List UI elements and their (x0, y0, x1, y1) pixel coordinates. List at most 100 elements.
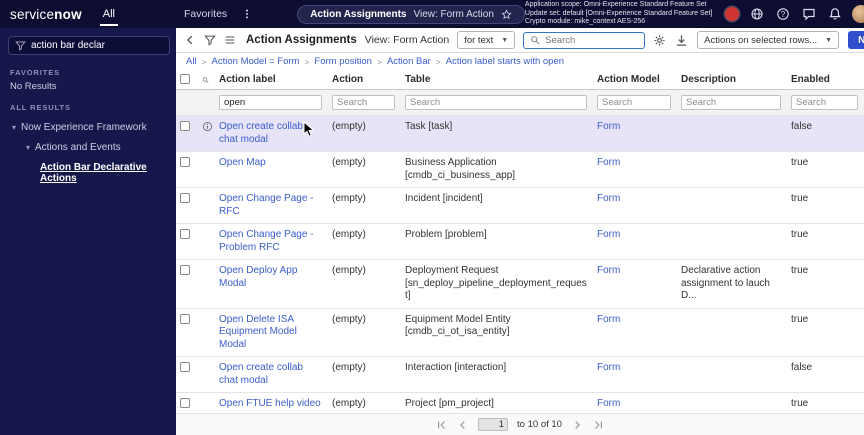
cell-action: (empty) (328, 187, 401, 224)
column-header-action[interactable]: Action (328, 70, 401, 90)
all-results-section-label: ALL RESULTS (10, 103, 71, 112)
select-all-checkbox[interactable] (180, 74, 190, 85)
nav-item-action-bar-declarative-actions[interactable]: Action Bar Declarative Actions (0, 157, 176, 188)
breadcrumb-link[interactable]: Action Bar (387, 56, 431, 67)
cell-action: (empty) (328, 115, 401, 152)
action-model-link[interactable]: Form (597, 193, 620, 204)
checkbox-cell (176, 308, 198, 357)
kebab-menu-icon[interactable] (241, 8, 253, 20)
record-link[interactable]: Open Deploy App Modal (219, 265, 297, 289)
cell-description (677, 392, 787, 413)
action-model-link[interactable]: Form (597, 265, 620, 276)
list-pagination-footer: to 10 of 10 (176, 413, 864, 435)
record-link[interactable]: Open Map (219, 157, 266, 168)
context-pill[interactable]: Action Assignments View: Form Action (297, 4, 525, 24)
action-model-link[interactable]: Form (597, 362, 620, 373)
action-model-link[interactable]: Form (597, 229, 620, 240)
breadcrumb-link[interactable]: Action Model = Form (212, 56, 300, 67)
table-row[interactable]: Open create collab chat modal (empty) In… (176, 356, 864, 393)
info-cell (198, 223, 215, 260)
column-header-action-model[interactable]: Action Model (593, 70, 677, 90)
actions-on-rows-select[interactable]: Actions on selected rows... ▼ (697, 31, 840, 49)
breadcrumb-link[interactable]: All (186, 56, 197, 67)
table-row[interactable]: Open Change Page - RFC (empty) Incident … (176, 187, 864, 224)
table-row[interactable]: Open create collab chat modal (empty) Ta… (176, 115, 864, 152)
breadcrumb-link[interactable]: Action label starts with open (446, 56, 564, 67)
table-row[interactable]: Open Delete ISA Equipment Model Modal (e… (176, 308, 864, 357)
column-search-icon[interactable] (202, 75, 209, 85)
user-avatar[interactable] (852, 5, 864, 23)
list-filter-funnel-icon[interactable] (204, 34, 216, 46)
table-row[interactable]: Open Deploy App Modal (empty) Deployment… (176, 259, 864, 309)
record-preview-info-icon[interactable] (202, 121, 213, 132)
filter-input-action[interactable] (332, 95, 395, 110)
column-header-table[interactable]: Table (401, 70, 593, 90)
record-link[interactable]: Open Delete ISA Equipment Model Modal (219, 314, 297, 350)
pagination-first-icon[interactable] (436, 419, 448, 431)
row-checkbox[interactable] (180, 229, 190, 240)
action-model-link[interactable]: Form (597, 121, 620, 132)
logo-text-now: now (54, 6, 82, 22)
application-scope-info: Application scope: Omni-Experience Stand… (525, 1, 713, 27)
action-model-link[interactable]: Form (597, 398, 620, 409)
tree-item-label: Now Experience Framework (21, 121, 147, 133)
filter-input-action-model[interactable] (597, 95, 671, 110)
favorite-star-icon[interactable] (501, 8, 512, 20)
notifications-bell-icon[interactable] (826, 6, 843, 23)
filter-input-description[interactable] (681, 95, 781, 110)
record-link[interactable]: Open FTUE help video (219, 398, 321, 409)
new-record-button[interactable]: New (848, 31, 864, 49)
column-header-description[interactable]: Description (677, 70, 787, 90)
filter-input-action-label[interactable] (219, 95, 322, 110)
record-link[interactable]: Open create collab chat modal (219, 362, 303, 386)
export-download-icon[interactable] (675, 34, 688, 47)
row-checkbox[interactable] (180, 265, 190, 276)
pagination-row-input[interactable] (478, 418, 509, 431)
table-row[interactable]: Open Map (empty) Business Application [c… (176, 151, 864, 188)
pagination-prev-icon[interactable] (457, 419, 469, 431)
help-icon[interactable]: ? (774, 6, 791, 23)
filter-input-enabled[interactable] (791, 95, 858, 110)
pagination-next-icon[interactable] (571, 419, 583, 431)
pagination-last-icon[interactable] (592, 419, 604, 431)
nav-item-now-experience-framework[interactable]: ▾ Now Experience Framework (0, 117, 176, 137)
all-menu-button[interactable]: All (99, 2, 118, 26)
servicenow-app: servicenow All Favorites Action Assignme… (0, 0, 864, 435)
column-header-action-label[interactable]: Action label (215, 70, 328, 90)
table-row[interactable]: Open Change Page - Problem RFC (empty) P… (176, 223, 864, 260)
filter-input-table[interactable] (405, 95, 587, 110)
row-checkbox[interactable] (180, 362, 190, 373)
chevron-down-icon[interactable]: ▾ (12, 123, 16, 132)
cell-action-model: Form (593, 223, 677, 260)
nav-search-input[interactable] (31, 40, 163, 51)
favorites-menu-button[interactable]: Favorites (184, 8, 227, 20)
row-checkbox[interactable] (180, 398, 190, 409)
record-link[interactable]: Open Change Page - Problem RFC (219, 229, 314, 253)
cell-enabled: true (787, 392, 864, 413)
list-search-box[interactable] (523, 31, 646, 49)
record-link[interactable]: Open Change Page - RFC (219, 193, 314, 217)
action-model-link[interactable]: Form (597, 157, 620, 168)
chevron-down-icon[interactable]: ▾ (26, 143, 30, 152)
column-header-enabled[interactable]: Enabled (787, 70, 864, 90)
chat-icon[interactable] (800, 6, 817, 23)
list-search-input[interactable] (545, 34, 639, 46)
list-menu-icon[interactable] (224, 34, 236, 46)
nav-item-actions-and-events[interactable]: ▾ Actions and Events (0, 137, 176, 157)
table-row[interactable]: Open FTUE help video (empty) Project [pm… (176, 392, 864, 413)
search-type-select[interactable]: for text ▼ (457, 31, 516, 49)
row-checkbox[interactable] (180, 121, 190, 132)
globe-scope-icon[interactable] (748, 6, 765, 23)
list-view-label[interactable]: View: Form Action (365, 34, 449, 46)
nav-search-box[interactable] (8, 36, 170, 55)
action-model-link[interactable]: Form (597, 314, 620, 325)
row-checkbox[interactable] (180, 193, 190, 204)
record-link[interactable]: Open create collab chat modal (219, 121, 303, 145)
red-status-badge-icon[interactable] (725, 7, 740, 21)
cell-description (677, 223, 787, 260)
row-checkbox[interactable] (180, 313, 190, 324)
back-arrow-icon[interactable] (184, 34, 196, 46)
gear-settings-icon[interactable] (653, 34, 666, 47)
row-checkbox[interactable] (180, 157, 190, 168)
breadcrumb-link[interactable]: Form position (314, 56, 372, 67)
